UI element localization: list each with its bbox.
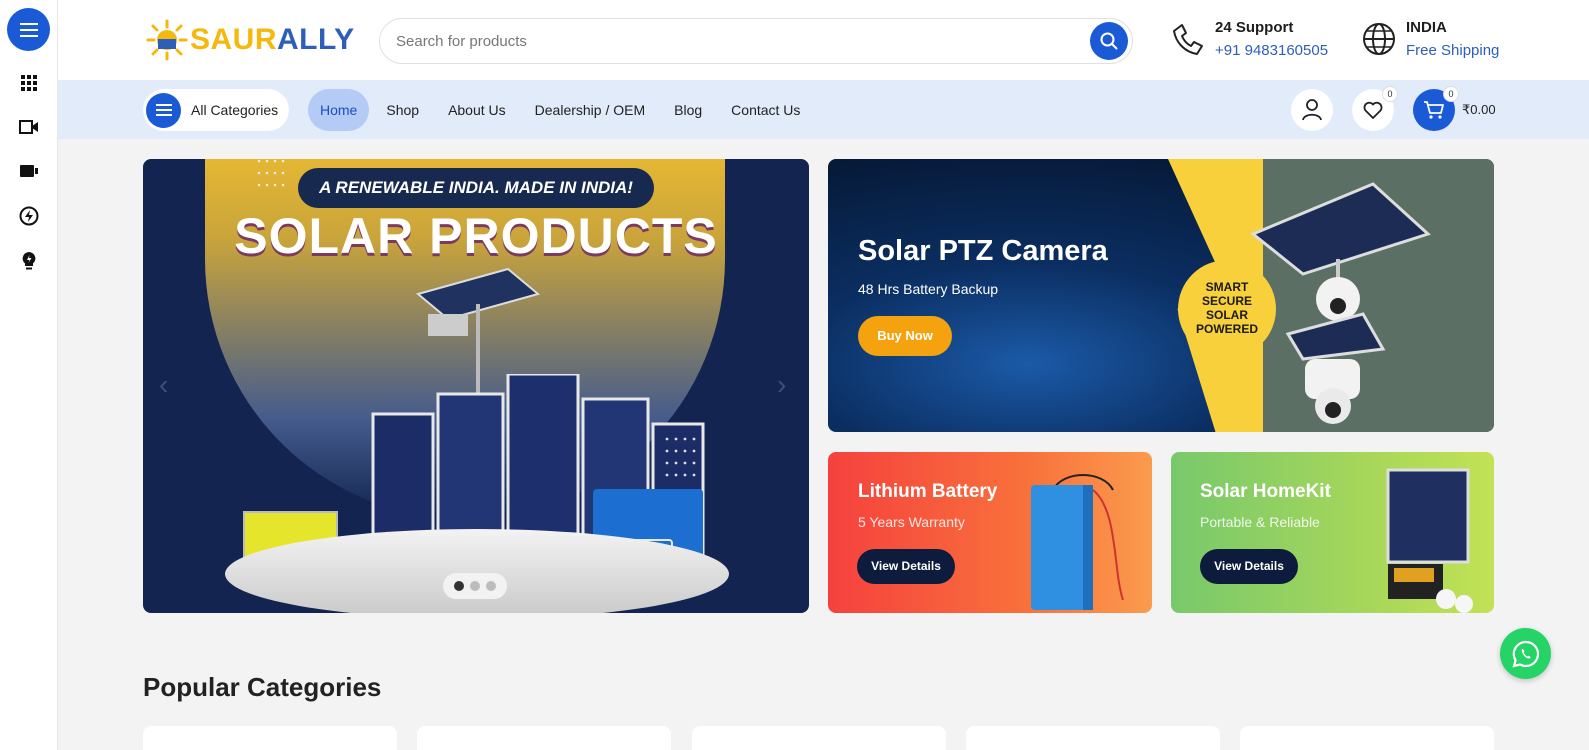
support-info: 24 Support +91 9483160505	[1169, 18, 1328, 64]
whatsapp-chat-button[interactable]	[1500, 628, 1551, 679]
heart-icon	[1363, 101, 1383, 119]
homekit-promo-subtitle: Portable & Reliable	[1200, 514, 1320, 530]
region-title: INDIA	[1406, 19, 1447, 36]
account-button[interactable]	[1291, 89, 1333, 131]
decor-dots	[257, 159, 285, 187]
category-card[interactable]	[1240, 726, 1494, 750]
promo-solar-homekit[interactable]: Solar HomeKit Portable & Reliable View D…	[1171, 452, 1494, 613]
left-rail	[0, 0, 58, 750]
homekit-promo-title: Solar HomeKit	[1200, 481, 1331, 502]
slider-dot-2[interactable]	[470, 581, 480, 591]
site-header: SAURALLY 24 Support +91 9483160505 INDIA…	[58, 0, 1589, 80]
popular-categories-title: Popular Categories	[143, 672, 382, 702]
region-info: INDIA Free Shipping	[1360, 18, 1499, 64]
nav-item-about[interactable]: About Us	[436, 89, 518, 131]
user-icon	[1302, 99, 1322, 121]
sun-logo-icon	[146, 19, 188, 61]
support-phone-icon	[1169, 18, 1207, 60]
slider-pagination	[443, 573, 507, 599]
bolt-icon[interactable]	[18, 205, 40, 227]
camera-promo-subtitle: 48 Hrs Battery Backup	[858, 281, 999, 297]
cart-button[interactable]: 0	[1413, 86, 1459, 131]
hamburger-icon	[19, 22, 38, 37]
camera-promo-title: Solar PTZ Camera	[858, 235, 1108, 267]
hero-tagline: A RENEWABLE INDIA. MADE IN INDIA!	[298, 168, 654, 208]
lithium-promo-subtitle: 5 Years Warranty	[858, 514, 965, 530]
globe-icon	[1360, 18, 1398, 60]
category-card[interactable]	[966, 726, 1220, 750]
logo-wordmark: SAURALLY	[190, 23, 355, 56]
category-card[interactable]	[143, 726, 397, 750]
promo-solar-ptz-camera[interactable]: Solar PTZ Camera 48 Hrs Battery Backup B…	[828, 159, 1494, 432]
slider-dot-1[interactable]	[454, 581, 464, 591]
nav-item-contact[interactable]: Contact Us	[719, 89, 812, 131]
cart-count: 0	[1443, 86, 1459, 102]
category-card[interactable]	[692, 726, 946, 750]
nav-item-home[interactable]: Home	[308, 89, 370, 131]
nav-item-dealership[interactable]: Dealership / OEM	[523, 89, 657, 131]
site-logo[interactable]: SAURALLY	[146, 16, 355, 64]
hero-prev-arrow[interactable]: ‹	[159, 369, 168, 401]
nav-item-shop[interactable]: Shop	[374, 89, 431, 131]
nav-menu: Home Shop About Us Dealership / OEM Blog…	[308, 89, 817, 131]
search-button[interactable]	[1090, 22, 1128, 60]
support-phone[interactable]: +91 9483160505	[1215, 38, 1328, 64]
homekit-view-details-button[interactable]: View Details	[1200, 549, 1298, 584]
categories-menu-icon	[146, 92, 181, 128]
rail-menu-button[interactable]	[7, 8, 50, 51]
hero-title: SOLAR PRODUCTS	[234, 208, 718, 264]
search-bar	[379, 18, 1133, 64]
lithium-battery-product-image	[1031, 474, 1124, 610]
cart-total[interactable]: ₹0.00	[1462, 89, 1496, 131]
search-icon	[1100, 32, 1118, 50]
lithium-view-details-button[interactable]: View Details	[857, 549, 955, 584]
wishlist-button[interactable]: 0	[1352, 86, 1398, 131]
hero-slider[interactable]: A RENEWABLE INDIA. MADE IN INDIA! SOLAR …	[143, 159, 809, 613]
category-card[interactable]	[417, 726, 671, 750]
region-shipping: Free Shipping	[1406, 42, 1500, 59]
search-input[interactable]	[396, 19, 1076, 63]
camera-icon[interactable]	[18, 160, 40, 182]
nav-item-blog[interactable]: Blog	[662, 89, 714, 131]
solar-camera-product-image	[1250, 182, 1431, 424]
support-title: 24 Support	[1215, 19, 1294, 36]
hero-next-arrow[interactable]: ›	[777, 369, 786, 401]
cart-icon	[1424, 101, 1444, 119]
hero-podium	[225, 529, 729, 613]
wishlist-count: 0	[1382, 86, 1398, 102]
whatsapp-icon	[1511, 640, 1539, 668]
video-icon[interactable]	[18, 116, 40, 138]
slider-dot-3[interactable]	[486, 581, 496, 591]
all-categories-button[interactable]: All Categories	[143, 89, 289, 131]
grid-icon[interactable]	[18, 72, 40, 94]
lithium-promo-title: Lithium Battery	[858, 481, 998, 502]
decor-dots-2	[665, 437, 696, 477]
promo-lithium-battery[interactable]: Lithium Battery 5 Years Warranty View De…	[828, 452, 1152, 613]
main-nav: All Categories Home Shop About Us Dealer…	[58, 80, 1589, 139]
all-categories-label: All Categories	[191, 102, 279, 118]
solar-homekit-product-image	[1386, 468, 1473, 613]
buy-now-button[interactable]: Buy Now	[858, 316, 952, 356]
bulb-icon[interactable]	[18, 250, 40, 272]
